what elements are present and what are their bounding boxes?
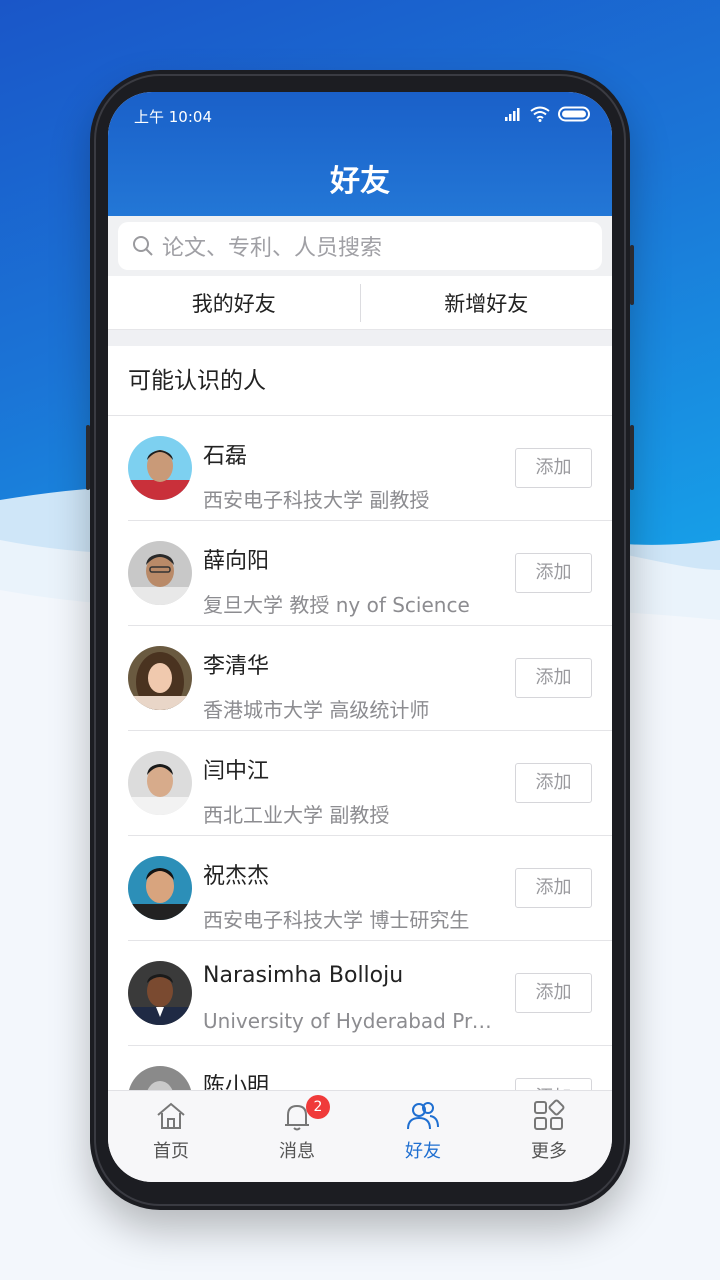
person-desc: 西安电子科技大学 博士研究生 [203, 908, 470, 932]
friend-tabs: 我的好友 新增好友 [108, 276, 612, 330]
list-item[interactable]: 闫中江 西北工业大学 副教授 添加 [108, 731, 612, 836]
battery-icon [558, 106, 590, 122]
phone-side-button [630, 425, 634, 490]
tabbar-label: 消息 [279, 1141, 315, 1162]
add-friend-button[interactable]: 添加 [515, 1078, 592, 1090]
search-input[interactable]: 论文、专利、人员搜索 [118, 222, 602, 270]
app-header: 上午 10:04 好友 [108, 92, 612, 216]
person-desc: 复旦大学 教授 ny of Science [203, 593, 470, 617]
person-desc: University of Hyderabad Prof… [203, 1009, 503, 1033]
list-item[interactable]: Narasimha Bolloju University of Hyderaba… [108, 941, 612, 1046]
add-friend-button[interactable]: 添加 [515, 973, 592, 1013]
status-icons [504, 106, 592, 122]
avatar [128, 751, 192, 815]
phone-side-button [86, 425, 90, 490]
grid-icon [534, 1099, 565, 1130]
phone-side-button [630, 245, 634, 305]
add-friend-button[interactable]: 添加 [515, 763, 592, 803]
tabbar-messages[interactable]: 2 消息 [234, 1091, 360, 1182]
avatar [128, 856, 192, 920]
bottom-tabbar: 首页 2 消息 好友 更多 [108, 1090, 612, 1182]
home-icon [157, 1102, 185, 1129]
list-item[interactable]: 祝杰杰 西安电子科技大学 博士研究生 添加 [108, 836, 612, 941]
person-desc: 香港城市大学 高级统计师 [203, 698, 430, 722]
tabbar-more[interactable]: 更多 [486, 1091, 612, 1182]
list-item[interactable]: 李清华 香港城市大学 高级统计师 添加 [108, 626, 612, 731]
tabbar-label: 好友 [405, 1141, 441, 1162]
page-title: 好友 [330, 164, 390, 199]
list-item[interactable]: 石磊 西安电子科技大学 副教授 添加 [108, 416, 612, 521]
person-name: 闫中江 [203, 759, 270, 784]
person-name: 李清华 [203, 654, 270, 679]
add-friend-button[interactable]: 添加 [515, 868, 592, 908]
avatar [128, 646, 192, 710]
person-name: Narasimha Bolloju [203, 963, 404, 988]
add-friend-button[interactable]: 添加 [515, 448, 592, 488]
search-icon [133, 236, 153, 256]
person-name: 祝杰杰 [203, 864, 270, 889]
add-friend-button[interactable]: 添加 [515, 553, 592, 593]
person-name: 薛向阳 [203, 549, 270, 574]
tabbar-label: 更多 [531, 1141, 567, 1162]
signal-icon [505, 108, 520, 121]
status-time: 上午 10:04 [134, 108, 212, 126]
section-title: 可能认识的人 [108, 346, 612, 416]
avatar [128, 541, 192, 605]
tab-my-friends[interactable]: 我的好友 [108, 288, 360, 318]
app-screen: 上午 10:04 好友 论文、专利、人员搜索 我的好友 新增好友 可能认识的人 … [108, 92, 612, 1182]
person-desc: 西安电子科技大学 副教授 [203, 488, 430, 512]
unread-badge: 2 [306, 1095, 330, 1119]
add-friend-button[interactable]: 添加 [515, 658, 592, 698]
person-name: 石磊 [203, 444, 248, 469]
search-placeholder: 论文、专利、人员搜索 [162, 236, 383, 261]
list-item[interactable]: 薛向阳 复旦大学 教授 ny of Science 添加 [108, 521, 612, 626]
avatar [128, 436, 192, 500]
friends-icon [407, 1102, 439, 1130]
person-name: 陈小明 [203, 1074, 270, 1090]
search-bar: 论文、专利、人员搜索 [108, 216, 612, 276]
section-gap [108, 330, 612, 346]
person-desc: 西北工业大学 副教授 [203, 803, 390, 827]
wifi-icon [530, 106, 550, 122]
tabbar-home[interactable]: 首页 [108, 1091, 234, 1182]
tabbar-label: 首页 [153, 1141, 189, 1162]
avatar [128, 961, 192, 1025]
avatar [128, 1066, 192, 1090]
people-list: 石磊 西安电子科技大学 副教授 添加 薛向阳 复旦大学 教授 ny of Sci… [108, 416, 612, 1090]
list-item[interactable]: 陈小明 添加 [108, 1046, 612, 1090]
tabbar-friends[interactable]: 好友 [360, 1091, 486, 1182]
tab-new-friends[interactable]: 新增好友 [361, 288, 613, 318]
